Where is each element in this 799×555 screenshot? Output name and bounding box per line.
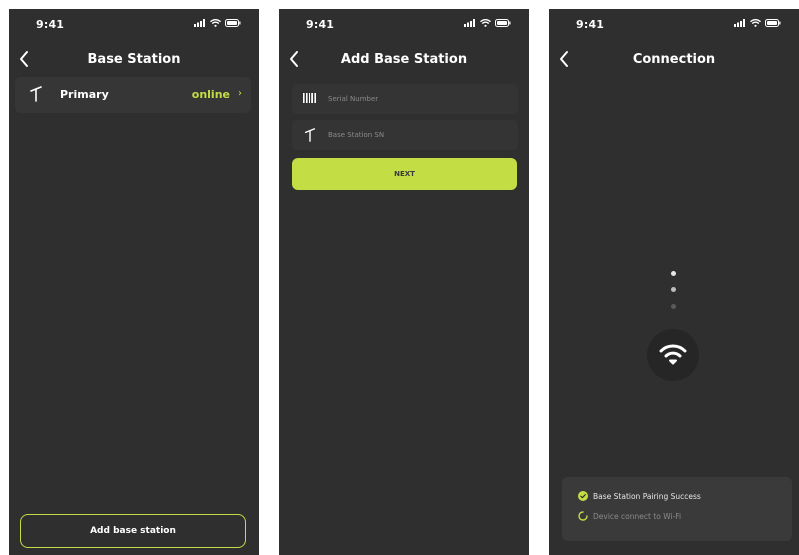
status-bar: 9:41 (279, 9, 529, 43)
base-station-sn-field (292, 120, 518, 150)
spinner-icon (578, 511, 588, 521)
antenna-icon (30, 86, 42, 102)
wifi-badge (647, 329, 699, 381)
page-title: Base Station (87, 52, 181, 67)
wifi-status-icon (480, 19, 491, 27)
page-title: Add Base Station (340, 52, 468, 67)
add-base-station-screen: 9:41 Add Base Station NEXT (279, 9, 529, 555)
step-pairing: Base Station Pairing Success (578, 491, 701, 501)
base-station-sn-input[interactable] (328, 120, 508, 150)
step-wifi: Device connect to Wi-Fi (578, 511, 681, 521)
check-circle-icon (578, 491, 588, 501)
status-time: 9:41 (306, 18, 335, 31)
next-button[interactable]: NEXT (292, 158, 517, 190)
signal-icon (464, 19, 475, 27)
progress-dot (671, 271, 676, 276)
status-bar: 9:41 (9, 9, 259, 43)
station-name: Primary (60, 88, 109, 101)
barcode-icon (303, 93, 316, 103)
wifi-status-icon (210, 19, 221, 27)
battery-icon (495, 19, 511, 27)
status-time: 9:41 (36, 18, 65, 31)
status-time: 9:41 (576, 18, 605, 31)
wifi-icon (659, 344, 687, 365)
antenna-icon (304, 128, 316, 142)
status-icons (464, 19, 511, 27)
add-base-station-button[interactable]: Add base station (20, 514, 246, 548)
wifi-status-icon (750, 19, 761, 27)
page-title: Connection (632, 52, 716, 67)
progress-dot (671, 304, 676, 309)
nav-bar: Base Station (9, 45, 259, 75)
station-row-primary[interactable]: Primary online › (15, 77, 251, 113)
status-icons (734, 19, 781, 27)
battery-icon (225, 19, 241, 27)
station-status: online (191, 88, 230, 101)
progress-dot (671, 287, 676, 292)
connection-status-panel: Base Station Pairing Success Device conn… (562, 477, 792, 541)
serial-number-input[interactable] (328, 84, 508, 114)
status-bar: 9:41 (549, 9, 799, 43)
chevron-right-icon: › (238, 88, 242, 99)
step-label: Device connect to Wi-Fi (593, 511, 682, 521)
connection-screen: 9:41 Connection Base Station Pairing Suc… (549, 9, 799, 555)
step-label: Base Station Pairing Success (593, 491, 701, 501)
nav-bar: Add Base Station (279, 45, 529, 75)
nav-bar: Connection (549, 45, 799, 75)
base-station-screen: 9:41 Base Station Primary online › Add b… (9, 9, 259, 555)
status-icons (194, 19, 241, 27)
signal-icon (194, 19, 205, 27)
battery-icon (765, 19, 781, 27)
signal-icon (734, 19, 745, 27)
serial-number-field (292, 84, 518, 114)
